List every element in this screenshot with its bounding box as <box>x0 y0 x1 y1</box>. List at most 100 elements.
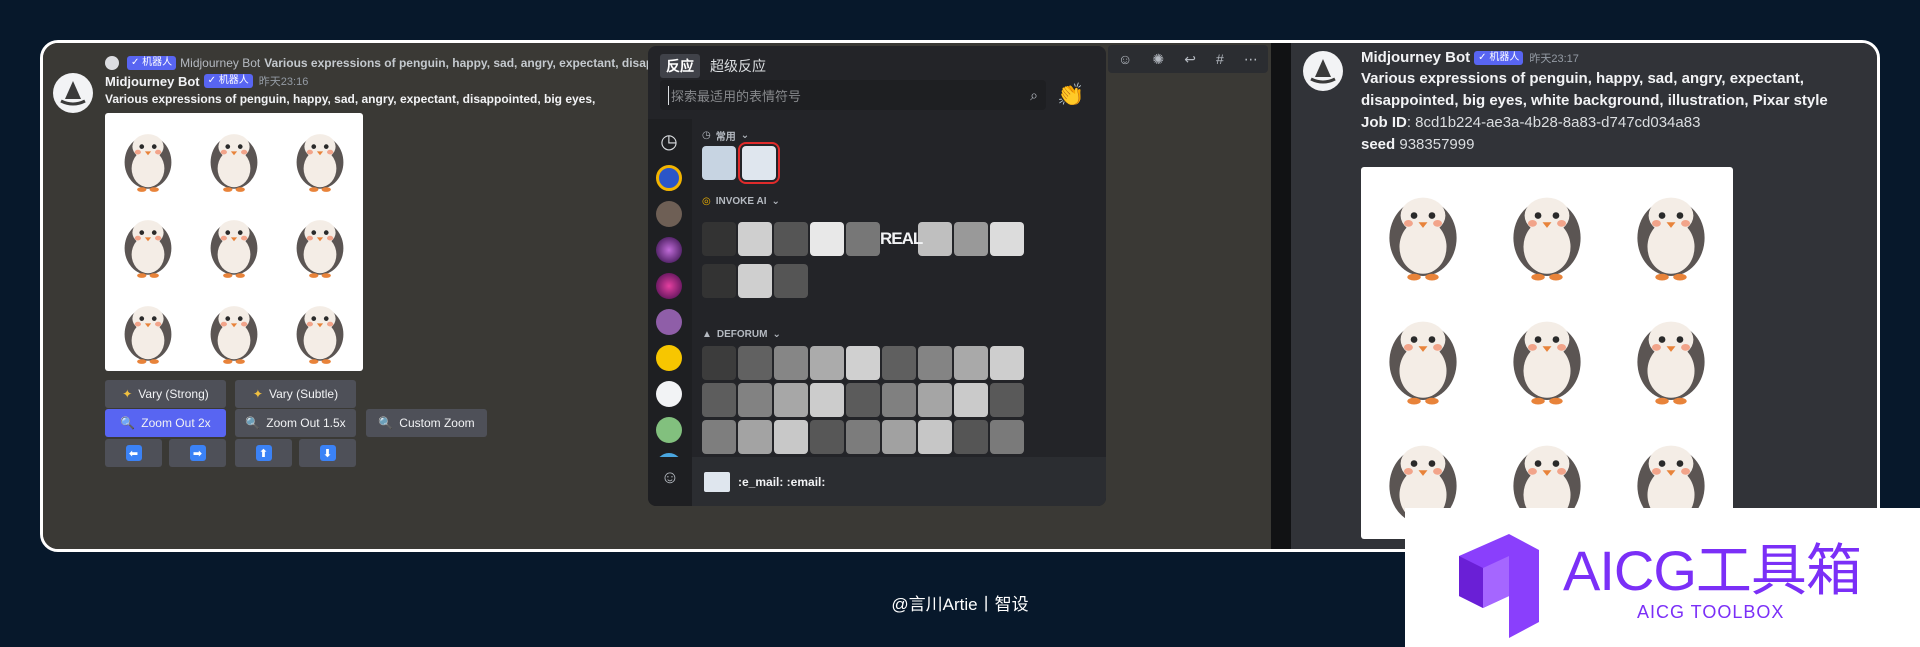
e-mail-emoji[interactable] <box>702 146 736 180</box>
seed-line: seed 938357999 <box>1361 136 1474 153</box>
penguin-tile <box>191 285 277 371</box>
bot-badge: ✓ 机器人 <box>203 74 253 88</box>
custom-zoom-button[interactable]: 🔍 Custom Zoom <box>366 409 487 437</box>
custom-emoji[interactable] <box>846 383 880 417</box>
custom-emoji[interactable] <box>810 420 844 454</box>
custom-emoji[interactable] <box>846 346 880 380</box>
seed-label: seed <box>1361 136 1396 153</box>
custom-emoji[interactable] <box>954 346 988 380</box>
custom-emoji[interactable] <box>954 420 988 454</box>
tab-reaction[interactable]: 反应 <box>660 54 700 78</box>
midjourney-server-icon[interactable] <box>656 381 682 407</box>
server-icon-3[interactable] <box>656 273 682 299</box>
custom-emoji[interactable] <box>882 420 916 454</box>
custom-emoji[interactable] <box>774 264 808 298</box>
zoom-out-2x-button[interactable]: 🔍 Zoom Out 2x <box>105 409 226 437</box>
custom-emoji[interactable] <box>882 383 916 417</box>
penguin-grid-image-large[interactable] <box>1361 167 1733 539</box>
custom-emoji[interactable] <box>702 420 736 454</box>
pan-left-button[interactable]: ⬅ <box>105 439 162 467</box>
server-icon-5[interactable] <box>656 417 682 443</box>
chevron-down-icon: ⌄ <box>772 329 781 340</box>
recent-clock-icon[interactable]: ◷ <box>656 129 682 155</box>
pan-up-button[interactable]: ⬆ <box>235 439 292 467</box>
email-emoji-highlighted[interactable] <box>738 142 780 184</box>
author-name[interactable]: Midjourney Bot <box>105 74 200 89</box>
custom-emoji[interactable] <box>738 420 772 454</box>
vary-strong-label: Vary (Strong) <box>138 387 209 401</box>
custom-emoji[interactable] <box>954 383 988 417</box>
add-reaction-icon[interactable]: ☺ <box>1118 51 1132 67</box>
emoji-smile-icon[interactable]: ☺ <box>648 457 692 506</box>
vary-strong-button[interactable]: ✦ Vary (Strong) <box>105 380 226 408</box>
custom-emoji[interactable] <box>738 222 772 256</box>
clap-skin-tone-icon[interactable]: 👏 <box>1056 80 1086 110</box>
custom-emoji[interactable] <box>702 222 736 256</box>
invoke-ai-icon: ◎ <box>702 196 711 207</box>
category-frequent[interactable]: ◷ 常用 ⌄ <box>702 128 749 143</box>
real-emoji[interactable]: REAL <box>880 222 923 256</box>
custom-emoji[interactable] <box>918 420 952 454</box>
custom-emoji[interactable] <box>774 420 808 454</box>
penguin-tile <box>1361 291 1485 415</box>
bot-avatar[interactable] <box>1303 51 1343 91</box>
custom-emoji[interactable] <box>918 383 952 417</box>
custom-emoji[interactable] <box>810 222 844 256</box>
penguin-tile <box>1609 291 1733 415</box>
custom-emoji[interactable] <box>774 383 808 417</box>
category-deforum[interactable]: ▲ DEFORUM ⌄ <box>702 329 781 340</box>
custom-emoji[interactable] <box>846 420 880 454</box>
server-icon-2[interactable] <box>656 237 682 263</box>
super-reaction-icon[interactable]: ✺ <box>1152 51 1164 68</box>
emoji-preview-name: :e_mail: :email: <box>738 474 826 489</box>
custom-emoji[interactable] <box>918 222 952 256</box>
custom-emoji[interactable] <box>702 264 736 298</box>
search-input[interactable]: 探索最适用的表情符号 <box>668 85 801 105</box>
penguin-grid-image[interactable] <box>105 113 363 371</box>
server-icon-4[interactable] <box>656 309 682 335</box>
custom-emoji[interactable] <box>810 346 844 380</box>
job-id-label: Job ID <box>1361 114 1407 131</box>
smile-server-icon[interactable] <box>656 345 682 371</box>
vary-subtle-label: Vary (Subtle) <box>268 387 339 401</box>
custom-emoji[interactable] <box>990 420 1024 454</box>
author-name[interactable]: Midjourney Bot <box>1361 49 1470 66</box>
custom-zoom-label: Custom Zoom <box>399 416 475 430</box>
reply-reference[interactable]: ✓ 机器人 Midjourney Bot Various expressions… <box>105 56 668 70</box>
server-icon-1[interactable] <box>656 201 682 227</box>
penguin-tile <box>105 285 191 371</box>
reply-icon[interactable]: ↩ <box>1184 51 1196 68</box>
brand-watermark: AICG工具箱 AICG TOOLBOX <box>1405 508 1920 647</box>
tab-super-reaction[interactable]: 超级反应 <box>710 54 766 78</box>
bot-avatar[interactable] <box>53 73 93 113</box>
pan-right-button[interactable]: ➡ <box>169 439 226 467</box>
custom-emoji[interactable] <box>810 383 844 417</box>
custom-emoji[interactable] <box>918 346 952 380</box>
custom-emoji[interactable] <box>882 346 916 380</box>
timestamp: 昨天23:16 <box>258 76 309 88</box>
custom-emoji[interactable] <box>738 264 772 298</box>
job-id-value: : 8cd1b224-ae3a-4b28-8a83-d747cd034a83 <box>1406 114 1701 131</box>
custom-emoji[interactable] <box>990 346 1024 380</box>
arrow-right-icon: ➡ <box>189 445 206 461</box>
zoom-out-15x-button[interactable]: 🔍 Zoom Out 1.5x <box>235 409 356 437</box>
custom-emoji[interactable] <box>738 383 772 417</box>
thread-icon[interactable]: # <box>1216 51 1224 67</box>
custom-emoji[interactable] <box>702 346 736 380</box>
custom-emoji[interactable] <box>954 222 988 256</box>
custom-emoji[interactable] <box>990 383 1024 417</box>
emoji-search-box[interactable]: 探索最适用的表情符号 ⌕ <box>660 80 1046 110</box>
custom-emoji[interactable] <box>774 222 808 256</box>
penguin-tile <box>277 285 363 371</box>
aicg-logo-icon <box>1459 534 1539 638</box>
category-invoke-ai[interactable]: ◎ INVOKE AI ⌄ <box>702 196 780 207</box>
vary-subtle-button[interactable]: ✦ Vary (Subtle) <box>235 380 356 408</box>
custom-emoji[interactable] <box>738 346 772 380</box>
pan-down-button[interactable]: ⬇ <box>299 439 356 467</box>
custom-emoji[interactable] <box>846 222 880 256</box>
custom-emoji[interactable] <box>990 222 1024 256</box>
custom-emoji[interactable] <box>774 346 808 380</box>
custom-emoji[interactable] <box>702 383 736 417</box>
more-icon[interactable]: ⋯ <box>1244 51 1258 68</box>
invoke-ai-server-icon[interactable] <box>656 165 682 191</box>
